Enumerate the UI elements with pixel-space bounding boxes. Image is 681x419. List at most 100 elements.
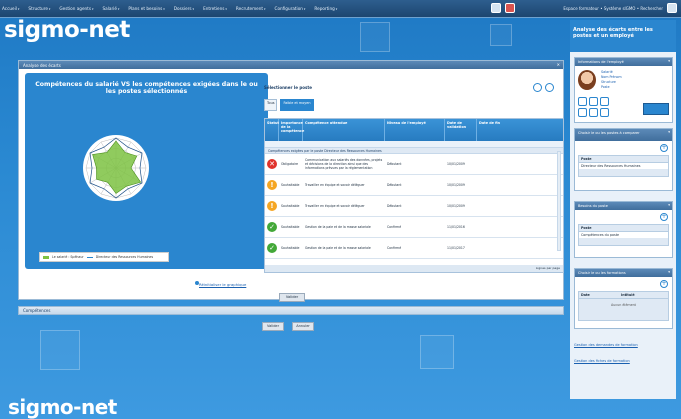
radar-title: Compétences du salarié VS les compétence… bbox=[35, 81, 258, 95]
col-date: Date bbox=[581, 293, 590, 297]
th-importance[interactable]: Importance de la compétence bbox=[279, 119, 304, 141]
close-icon[interactable]: ✕ bbox=[557, 62, 560, 67]
top-right-tools: Espace formateur • Système sIGMO • Reche… bbox=[491, 3, 677, 13]
settings-icon[interactable] bbox=[545, 83, 554, 92]
decor-square bbox=[490, 24, 512, 46]
sidebar-page-caption bbox=[573, 23, 673, 27]
th-niveau[interactable]: Niveau de l'employé bbox=[385, 119, 445, 141]
status-cell: ✓ bbox=[265, 222, 279, 232]
decor-square bbox=[420, 335, 454, 369]
table-footer: Lignes par page bbox=[265, 265, 563, 272]
add-icon[interactable]: + bbox=[660, 144, 668, 152]
table-row[interactable]: ✓ Souhaitable Gestion de la paie et de la … bbox=[265, 217, 563, 238]
table-header: Statut Importance de la compétence Compé… bbox=[265, 119, 563, 141]
top-menu-bar: Accueil Structure Gestion agents Salarié… bbox=[0, 0, 681, 18]
date-cell: 10/01/2009 bbox=[447, 204, 465, 208]
status-cell: ✓ bbox=[265, 243, 279, 253]
importance-cell: Souhaitable bbox=[281, 246, 300, 250]
th-competence[interactable]: Compétence attendue bbox=[303, 119, 385, 141]
importance-cell: Souhaitable bbox=[281, 204, 300, 208]
warning-status-icon: ! bbox=[267, 201, 277, 211]
menu-item-entretiens[interactable]: Entretiens bbox=[203, 6, 227, 11]
table-row[interactable]: ✕ Obligatoire Communication aux salariés d… bbox=[265, 154, 563, 175]
collapse-icon[interactable]: ▾ bbox=[668, 203, 670, 207]
col-intitule: Intitulé bbox=[621, 293, 635, 297]
menu-item-reporting[interactable]: Reporting bbox=[314, 6, 337, 11]
link-demandes-formation[interactable]: Gestion des demandes de formation bbox=[574, 343, 673, 347]
decor-square bbox=[40, 330, 80, 370]
table-scrollbar[interactable] bbox=[557, 151, 561, 251]
error-status-icon: ✕ bbox=[267, 159, 277, 169]
th-date-fin[interactable]: Date de fin bbox=[477, 119, 517, 141]
th-statut[interactable]: Statut bbox=[265, 119, 279, 141]
employee-name[interactable]: Salarié bbox=[601, 70, 613, 74]
collapse-icon[interactable]: ▾ bbox=[668, 130, 670, 134]
rows-per-page[interactable]: Lignes par page bbox=[536, 266, 560, 270]
competence-cell: Travailler en équipe et savoir déléguer bbox=[305, 204, 365, 208]
menu-item-structure[interactable]: Structure bbox=[28, 6, 50, 11]
brand-logo[interactable]: sigmo-net bbox=[4, 17, 130, 43]
ecarts-panel-title: Analyse des écarts bbox=[23, 62, 61, 68]
alert-icon[interactable] bbox=[505, 3, 516, 13]
date-cell: 11/01/2016 bbox=[447, 225, 465, 229]
reset-chart-link[interactable]: Réinitialiser le graphique bbox=[199, 282, 246, 287]
profile-icon[interactable] bbox=[578, 97, 587, 106]
collapse-icon[interactable]: ▾ bbox=[668, 270, 670, 274]
valider-button[interactable]: Valider bbox=[262, 322, 284, 331]
menu-item-plans[interactable]: Plans et besoins bbox=[128, 6, 164, 11]
print-icon[interactable] bbox=[600, 108, 609, 117]
niveau-cell: Confirmé bbox=[387, 246, 402, 250]
filter-row[interactable] bbox=[265, 141, 563, 148]
menu-item-recrutement[interactable]: Recrutement bbox=[236, 6, 266, 11]
table-row[interactable]: ! Souhaitable Travailler en équipe et savo… bbox=[265, 196, 563, 217]
chip-faible-moyen[interactable]: Faible et moyen bbox=[280, 99, 314, 111]
avatar bbox=[578, 70, 596, 90]
annuler-button[interactable]: Annuler bbox=[292, 322, 314, 331]
legend-employee: Le salarié : Spéhaur bbox=[52, 255, 84, 259]
ecarts-panel-header: Analyse des écarts ✕ bbox=[19, 61, 563, 69]
document-icon[interactable] bbox=[589, 97, 598, 106]
chart-icon[interactable] bbox=[578, 108, 587, 117]
importance-cell: Souhaitable bbox=[281, 225, 300, 229]
menu-item-accueil[interactable]: Accueil bbox=[2, 6, 19, 11]
status-cell: ! bbox=[265, 180, 279, 190]
filter-chips: Tous Faible et moyen bbox=[264, 99, 314, 111]
add-icon[interactable]: + bbox=[660, 213, 668, 221]
sidebar-title-line2: postes et un employé bbox=[573, 33, 634, 39]
calendar-icon[interactable] bbox=[600, 97, 609, 106]
table-row[interactable]: ! Souhaitable Travailler en équipe et savo… bbox=[265, 175, 563, 196]
competences-bar[interactable]: Compétences bbox=[18, 306, 564, 315]
competence-cell: Gestion de la paie et de la masse salari… bbox=[305, 225, 371, 229]
link-fiches-formation[interactable]: Gestion des fiches de formation bbox=[574, 359, 673, 363]
mail-icon[interactable] bbox=[589, 108, 598, 117]
menu-item-salarie[interactable]: Salarié bbox=[102, 6, 119, 11]
importance-cell: Souhaitable bbox=[281, 183, 300, 187]
posts-list-header: Poste bbox=[579, 156, 668, 163]
niveau-cell: Débutant bbox=[387, 162, 402, 166]
employee-action-icons bbox=[578, 97, 618, 117]
close-icon[interactable]: ▾ bbox=[668, 59, 670, 63]
employee-status-badge[interactable] bbox=[643, 103, 669, 115]
refresh-icon[interactable] bbox=[533, 83, 542, 92]
user-icon[interactable] bbox=[667, 3, 677, 13]
posts-list-item[interactable]: Directeur des Ressources Humaines bbox=[579, 163, 668, 169]
mail-icon[interactable] bbox=[491, 3, 502, 13]
table-body: ✕ Obligatoire Communication aux salariés d… bbox=[265, 154, 563, 259]
valider-panel-button[interactable]: Valider bbox=[279, 293, 305, 302]
menu-item-configuration[interactable]: Configuration bbox=[275, 6, 306, 11]
competences-table: Statut Importance de la compétence Compé… bbox=[264, 118, 564, 273]
menu-item-dossiers[interactable]: Dossiers bbox=[174, 6, 194, 11]
employee-info-3: Poste bbox=[601, 85, 610, 89]
niveau-cell: Débutant bbox=[387, 204, 402, 208]
legend-swatch-employee bbox=[43, 255, 49, 259]
legend-swatch-positions bbox=[86, 256, 93, 258]
add-icon[interactable]: + bbox=[660, 280, 668, 288]
menu-item-gestion[interactable]: Gestion agents bbox=[59, 6, 93, 11]
posts-list: Poste Directeur des Ressources Humaines bbox=[578, 155, 669, 177]
th-date[interactable]: Date de validation bbox=[445, 119, 477, 141]
table-row[interactable]: ✓ Souhaitable Gestion de la paie et de la … bbox=[265, 238, 563, 259]
chip-tous[interactable]: Tous bbox=[264, 99, 278, 111]
besoins-list-item[interactable]: Compétences du poste bbox=[579, 232, 668, 238]
radar-chart bbox=[83, 135, 149, 201]
legend-positions: Directeur des Ressources Humaines bbox=[95, 255, 154, 259]
